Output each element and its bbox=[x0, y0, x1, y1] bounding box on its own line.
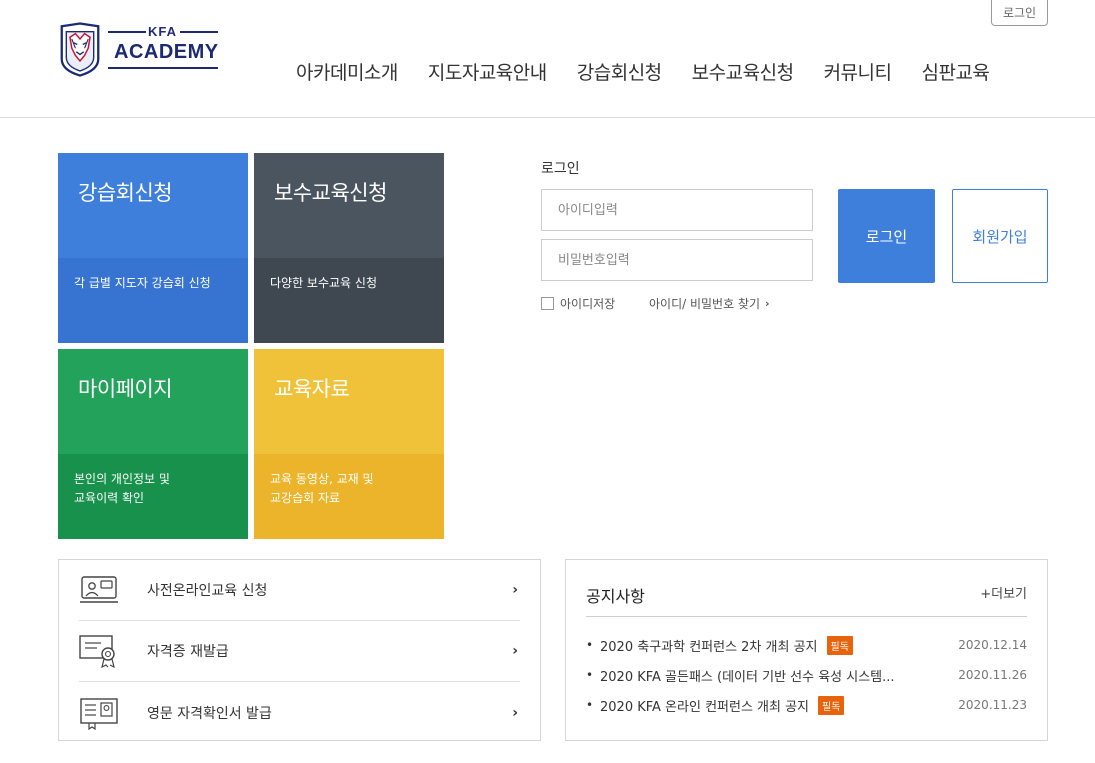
notice-item[interactable]: • 2020 KFA 골든패스 (데이터 기반 선수 육성 시스템... 202… bbox=[586, 665, 1027, 685]
login-title: 로그인 bbox=[541, 161, 580, 177]
nav-item-course-apply[interactable]: 강습회신청 bbox=[577, 58, 662, 85]
top-login-button[interactable]: 로그인 bbox=[991, 0, 1048, 26]
nav-item-community[interactable]: 커뮤니티 bbox=[824, 58, 892, 85]
certificate-icon bbox=[79, 633, 119, 669]
tile-title: 교육자료 bbox=[254, 349, 444, 454]
notice-text: 2020 KFA 온라인 컨퍼런스 개최 공지 bbox=[600, 699, 810, 715]
divider bbox=[586, 616, 1027, 617]
chevron-right-icon: › bbox=[512, 643, 518, 659]
service-label: 자격증 재발급 bbox=[147, 644, 229, 660]
join-button[interactable]: 회원가입 bbox=[952, 189, 1048, 283]
notice-text: 2020 KFA 골든패스 (데이터 기반 선수 육성 시스템... bbox=[600, 669, 895, 685]
tile-desc-line: 교강습회 자료 bbox=[270, 491, 341, 505]
tile-desc: 다양한 보수교육 신청 bbox=[254, 258, 444, 343]
service-item-certificate-reissue[interactable]: 자격증 재발급 › bbox=[79, 621, 520, 682]
tile-materials[interactable]: 교육자료 교육 동영상, 교재 및 교강습회 자료 bbox=[254, 349, 444, 539]
id-input[interactable] bbox=[541, 189, 813, 231]
bullet-icon: • bbox=[586, 668, 594, 682]
service-list: 사전온라인교육 신청 › 자격증 재발급 › 영문 자격확인서 발급 › bbox=[58, 559, 541, 741]
nav-item-about[interactable]: 아카데미소개 bbox=[296, 58, 398, 85]
notice-item[interactable]: • 2020 축구과학 컨퍼런스 2차 개최 공지 필독 2020.12.14 bbox=[586, 635, 1027, 655]
service-item-online-course[interactable]: 사전온라인교육 신청 › bbox=[79, 560, 520, 621]
bullet-icon: • bbox=[586, 698, 594, 712]
bullet-icon: • bbox=[586, 638, 594, 652]
service-label: 사전온라인교육 신청 bbox=[147, 583, 268, 599]
notice-text: 2020 축구과학 컨퍼런스 2차 개최 공지 bbox=[600, 639, 818, 655]
tile-desc-line: 교육이력 확인 bbox=[74, 491, 145, 505]
must-read-badge: 필독 bbox=[818, 695, 845, 715]
service-label: 영문 자격확인서 발급 bbox=[147, 705, 272, 722]
tile-title: 마이페이지 bbox=[58, 349, 248, 454]
tile-title: 보수교육신청 bbox=[254, 153, 444, 258]
find-account-label: 아이디/ 비밀번호 찾기 bbox=[649, 297, 761, 311]
notice-date: 2020.11.26 bbox=[958, 668, 1027, 682]
logo-academy-text: ACADEMY bbox=[114, 41, 219, 63]
tile-desc: 각 급별 지도자 강습회 신청 bbox=[58, 258, 248, 343]
site-header: 로그인 KFA ACADEMY 아카데미소개 지도자교육안내 강습회신청 보수교… bbox=[0, 0, 1095, 118]
nav-item-refresher-apply[interactable]: 보수교육신청 bbox=[692, 58, 794, 85]
logo-line-left bbox=[108, 31, 146, 33]
chevron-right-icon: › bbox=[512, 582, 518, 598]
save-id-label: 아이디저장 bbox=[560, 297, 616, 311]
notice-more-link[interactable]: +더보기 bbox=[980, 583, 1027, 602]
must-read-badge: 필독 bbox=[826, 635, 853, 655]
nav-item-referee-education[interactable]: 심판교육 bbox=[921, 58, 989, 85]
notice-date: 2020.11.23 bbox=[958, 698, 1027, 712]
notice-item[interactable]: • 2020 KFA 온라인 컨퍼런스 개최 공지 필독 2020.11.23 bbox=[586, 695, 1027, 715]
tile-desc: 본인의 개인정보 및 교육이력 확인 bbox=[58, 454, 248, 539]
service-item-english-certificate[interactable]: 영문 자격확인서 발급 › bbox=[79, 682, 520, 743]
main-nav: 아카데미소개 지도자교육안내 강습회신청 보수교육신청 커뮤니티 심판교육 bbox=[296, 58, 1019, 85]
tile-mypage[interactable]: 마이페이지 본인의 개인정보 및 교육이력 확인 bbox=[58, 349, 248, 539]
notice-title: 공지사항 bbox=[586, 587, 645, 606]
chevron-right-icon: › bbox=[765, 297, 770, 310]
tile-desc-line: 본인의 개인정보 및 bbox=[74, 472, 170, 486]
login-button[interactable]: 로그인 bbox=[838, 189, 935, 283]
checkbox-icon[interactable] bbox=[541, 297, 554, 310]
find-account-link[interactable]: 아이디/ 비밀번호 찾기 › bbox=[649, 295, 770, 312]
logo-line-right bbox=[180, 31, 218, 33]
online-lecture-icon bbox=[79, 572, 119, 608]
tile-desc-line: 교육 동영상, 교재 및 bbox=[270, 472, 374, 486]
logo-kfa-text: KFA bbox=[148, 24, 177, 39]
notice-date: 2020.12.14 bbox=[958, 638, 1027, 652]
tile-course-apply[interactable]: 강습회신청 각 급별 지도자 강습회 신청 bbox=[58, 153, 248, 343]
tiger-emblem-icon bbox=[60, 22, 100, 77]
logo-line-bottom bbox=[108, 67, 218, 69]
tile-refresher-apply[interactable]: 보수교육신청 다양한 보수교육 신청 bbox=[254, 153, 444, 343]
nav-item-coach-education[interactable]: 지도자교육안내 bbox=[428, 58, 547, 85]
password-input[interactable] bbox=[541, 239, 813, 281]
chevron-right-icon: › bbox=[512, 704, 518, 721]
tile-desc: 교육 동영상, 교재 및 교강습회 자료 bbox=[254, 454, 444, 539]
tile-title: 강습회신청 bbox=[58, 153, 248, 258]
notice-panel: 공지사항 +더보기 • 2020 축구과학 컨퍼런스 2차 개최 공지 필독 2… bbox=[565, 559, 1048, 741]
document-icon bbox=[79, 695, 119, 731]
save-id-checkbox[interactable]: 아이디저장 bbox=[541, 295, 615, 312]
